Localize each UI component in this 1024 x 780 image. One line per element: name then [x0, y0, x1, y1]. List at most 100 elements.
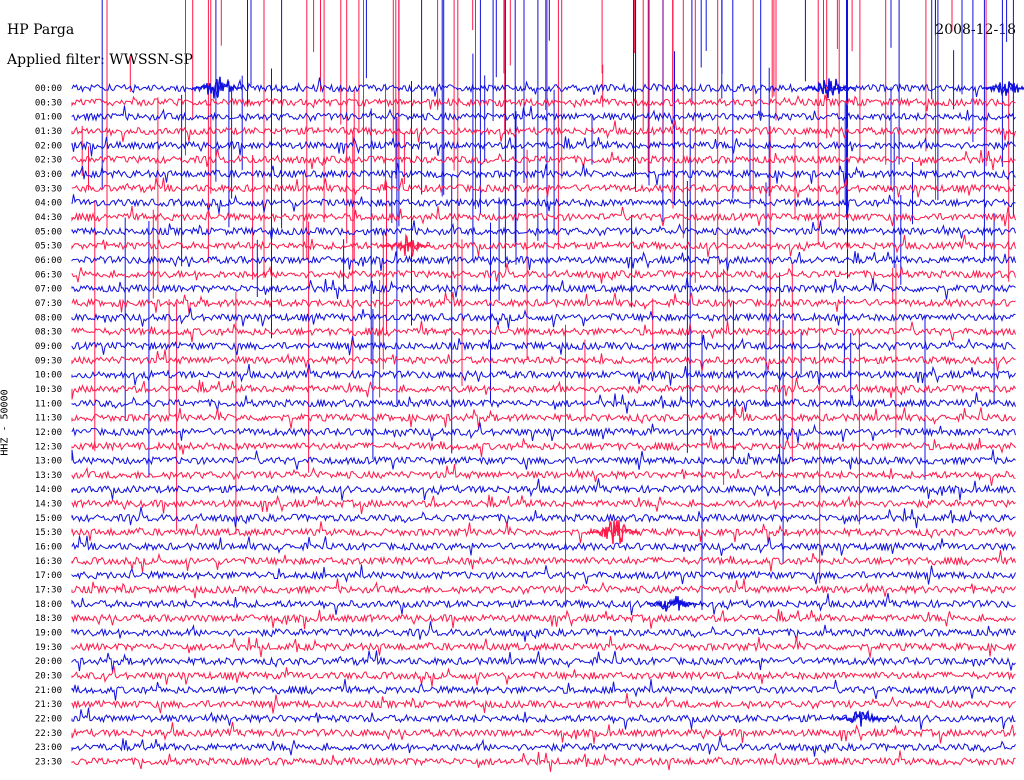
trace-row [71, 721, 1016, 744]
row-time-label: 23:30 [35, 758, 62, 768]
row-time-label: 11:30 [35, 414, 62, 424]
row-time-label: 09:00 [35, 342, 62, 352]
row-time-label: 20:00 [35, 657, 62, 667]
row-time-label: 12:30 [35, 442, 62, 452]
event-burst [646, 595, 698, 612]
row-time-label: 16:30 [35, 557, 62, 567]
trace-row [71, 105, 1016, 124]
row-time-label: 03:00 [35, 170, 62, 180]
helicorder-view: HP Parga 2008-12-18 Applied filter: WWSS… [0, 0, 1024, 780]
row-time-label: 13:30 [35, 471, 62, 481]
row-time-label: 08:00 [35, 313, 62, 323]
trace-row [71, 206, 1016, 227]
trace-row [71, 307, 1016, 329]
trace-row [71, 535, 1016, 556]
trace-row [71, 163, 1016, 186]
row-time-label: 01:30 [35, 127, 62, 137]
trace-row [71, 377, 1016, 400]
row-time-label: 06:00 [35, 256, 62, 266]
row-time-label: 21:00 [35, 686, 62, 696]
row-time-label: 20:30 [35, 672, 62, 682]
row-time-label: 17:30 [35, 586, 62, 596]
row-time-label: 00:00 [35, 84, 62, 94]
trace-row [71, 177, 1016, 198]
row-time-label: 02:00 [35, 141, 62, 151]
trace-row [71, 549, 1016, 573]
row-time-label: 04:30 [35, 213, 62, 223]
trace-row [71, 277, 1016, 300]
row-time-label: 16:00 [35, 543, 62, 553]
row-time-label: 17:00 [35, 571, 62, 581]
row-time-label: 18:30 [35, 614, 62, 624]
trace-row [71, 707, 1016, 730]
trace-row [71, 363, 1016, 386]
trace-row [71, 621, 1016, 642]
channel-label: HHZ - 50000 [0, 389, 11, 456]
row-time-label: 10:00 [35, 371, 62, 381]
row-time-label: 07:00 [35, 285, 62, 295]
trace-row [71, 120, 1016, 143]
trace-row [71, 449, 1016, 470]
row-time-label: 00:30 [35, 98, 62, 108]
trace-row [71, 494, 1016, 515]
row-time-label: 11:00 [35, 399, 62, 409]
row-time-label: 15:00 [35, 514, 62, 524]
trace-row [71, 693, 1016, 714]
trace-row [71, 292, 1016, 314]
row-time-label: 05:00 [35, 227, 62, 237]
trace-row [71, 578, 1016, 599]
trace-row [71, 320, 1016, 343]
trace-row [71, 564, 1016, 585]
row-time-label: 14:00 [35, 485, 62, 495]
trace-row [71, 422, 1016, 444]
event-burst [836, 709, 888, 727]
row-time-label: 07:30 [35, 299, 62, 309]
trace-row [71, 478, 1016, 501]
row-time-label: 01:00 [35, 113, 62, 123]
trace-row [71, 592, 1016, 616]
trace-row [71, 148, 1016, 170]
event-burst [589, 519, 641, 545]
row-time-label: 09:30 [35, 356, 62, 366]
row-time-label: 08:30 [35, 328, 62, 338]
trace-row [71, 736, 1016, 757]
row-time-label: 14:30 [35, 500, 62, 510]
trace-row [71, 609, 1016, 630]
trace-row [71, 251, 1016, 272]
trace-row [71, 263, 1016, 284]
trace-row [71, 506, 1016, 529]
event-burst [982, 81, 1024, 97]
trace-row [71, 136, 1016, 157]
row-time-label: 19:00 [35, 629, 62, 639]
row-time-label: 18:00 [35, 600, 62, 610]
trace-row [71, 435, 1016, 457]
trace-row [71, 392, 1016, 414]
row-time-label: 15:30 [35, 528, 62, 538]
row-time-label: 02:30 [35, 156, 62, 166]
trace-row [71, 349, 1016, 372]
row-time-label: 21:30 [35, 700, 62, 710]
row-time-label: 06:30 [35, 270, 62, 280]
row-time-label: 22:00 [35, 715, 62, 725]
trace-row [71, 750, 1016, 772]
row-time-label: 22:30 [35, 729, 62, 739]
trace-row [71, 666, 1016, 687]
trace-row [71, 194, 1016, 214]
trace-row [71, 521, 1016, 544]
trace-row [71, 406, 1016, 429]
event-burst [379, 233, 431, 256]
trace-row [71, 220, 1016, 241]
trace-row [71, 464, 1016, 486]
trace-row [71, 635, 1016, 658]
seismogram-plot: 00:00 00:30 01:00 01:30 02:00 02:30 03:00 03:30… [35, 0, 1024, 772]
row-time-label: 03:30 [35, 184, 62, 194]
row-time-label: 12:00 [35, 428, 62, 438]
row-time-label: 05:30 [35, 242, 62, 252]
row-time-label: 10:30 [35, 385, 62, 395]
row-time-label: 23:00 [35, 743, 62, 753]
trace-row [71, 650, 1016, 672]
row-time-label: 04:00 [35, 199, 62, 209]
row-time-label: 19:30 [35, 643, 62, 653]
trace-row [71, 334, 1016, 356]
row-time-label: 13:00 [35, 457, 62, 467]
